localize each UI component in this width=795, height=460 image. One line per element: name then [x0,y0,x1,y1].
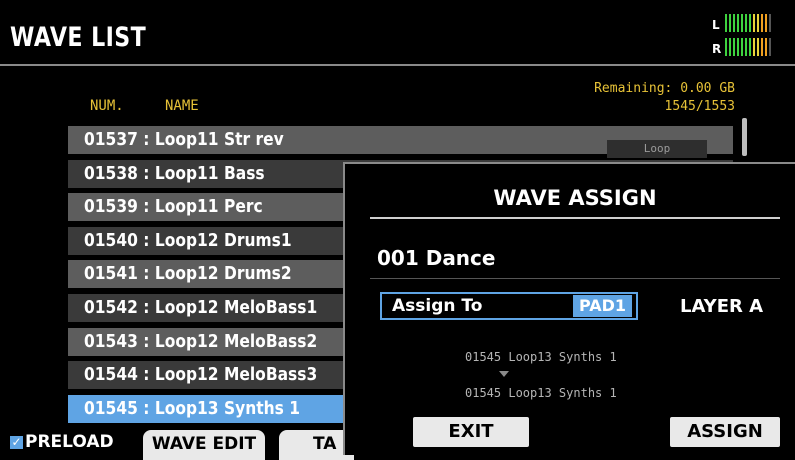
name-column-header: NAME [165,98,199,114]
list-item-label: 01540 : Loop12 Drums1 [84,230,292,251]
wave-edit-button[interactable]: WAVE EDIT [143,430,265,460]
assign-button[interactable]: ASSIGN [670,417,780,447]
preload-toggle[interactable]: ✓ PRELOAD [10,432,114,452]
page-title: WAVE LIST [10,22,147,53]
assign-to-field[interactable]: Assign To PAD1 [380,292,638,320]
exit-button[interactable]: EXIT [413,417,529,447]
assign-to-value[interactable]: PAD1 [572,295,632,317]
list-scrollbar[interactable] [742,118,747,156]
list-item-label: 01537 : Loop11 Str rev [84,129,284,150]
meter-right-label: R [712,42,722,56]
list-item-label: 01538 : Loop11 Bass [84,163,265,184]
num-column-header: NUM. [90,98,124,114]
remaining-storage: Remaining: 0.00 GB [594,81,735,96]
list-item-label: 01542 : Loop12 MeloBass1 [84,297,318,318]
list-item-label: 01544 : Loop12 MeloBass3 [84,364,318,385]
dialog-title-divider [370,217,780,219]
kit-name: 001 Dance [377,246,496,270]
list-item-label: 01545 : Loop13 Synths 1 [84,398,301,419]
arrow-down-icon [499,371,509,377]
list-item-label: 01539 : Loop11 Perc [84,196,263,217]
wave-count: 1545/1553 [664,99,735,114]
level-meter-right [725,38,771,56]
wave-destination: 01545 Loop13 Synths 1 [465,386,617,400]
preload-label: PRELOAD [25,432,114,452]
checkbox-checked-icon: ✓ [10,434,23,449]
assign-to-label: Assign To [392,296,483,316]
wave-assign-dialog: WAVE ASSIGN 001 Dance Assign To PAD1 LAY… [343,162,795,455]
header-divider [0,64,795,66]
layer-selector[interactable]: LAYER A [680,296,763,317]
level-meter-left [725,14,771,32]
list-item-label: 01541 : Loop12 Drums2 [84,263,292,284]
kit-divider [370,278,780,279]
loop-tag: Loop [607,140,707,158]
meter-left-label: L [712,18,720,32]
dialog-title: WAVE ASSIGN [493,186,657,210]
remaining-info: Remaining: 0.00 GB 1545/1553 [594,80,735,116]
wave-source: 01545 Loop13 Synths 1 [465,350,617,364]
list-item-label: 01543 : Loop12 MeloBass2 [84,331,318,352]
